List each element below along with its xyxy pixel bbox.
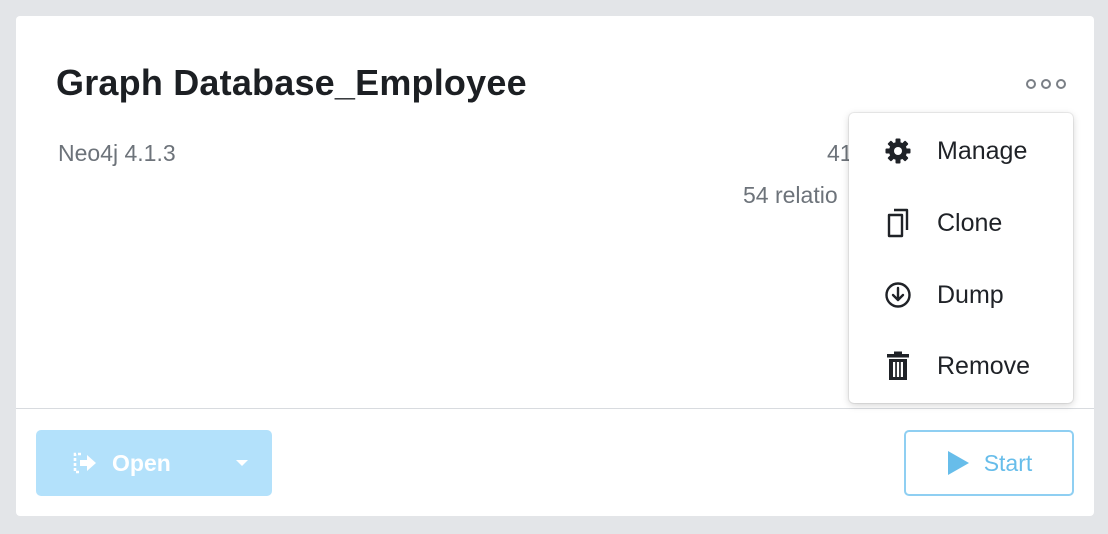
menu-item-label: Clone [937,208,1003,237]
start-button-label: Start [983,449,1033,476]
more-dot [1041,79,1051,89]
database-title: Graph Database_Employee [56,62,527,103]
more-options-icon[interactable] [1026,72,1066,96]
more-options-menu: Manage Clone Dump Remove [849,113,1073,403]
open-app-icon [73,452,96,474]
open-dropdown-caret-icon[interactable] [236,460,248,466]
database-version: Neo4j 4.1.3 [58,140,176,166]
more-dot [1026,79,1036,89]
menu-item-manage[interactable]: Manage [849,121,1073,181]
gear-icon [883,136,913,166]
open-button-main[interactable]: Open [36,450,171,477]
start-button[interactable]: Start [904,430,1074,496]
menu-item-clone[interactable]: Clone [849,193,1073,253]
menu-item-label: Remove [937,351,1031,380]
open-button-label: Open [112,449,171,476]
play-icon [947,451,969,475]
menu-item-label: Dump [937,280,1004,309]
menu-item-label: Manage [937,136,1028,165]
open-button[interactable]: Open [36,430,272,496]
trash-icon [883,351,913,381]
menu-item-remove[interactable]: Remove [849,336,1073,396]
menu-item-dump[interactable]: Dump [849,265,1073,325]
more-dot [1056,79,1066,89]
card-divider [16,408,1094,409]
copy-icon [883,208,913,238]
relationships-count: 54 relatio [743,182,838,208]
download-circle-icon [883,280,913,310]
